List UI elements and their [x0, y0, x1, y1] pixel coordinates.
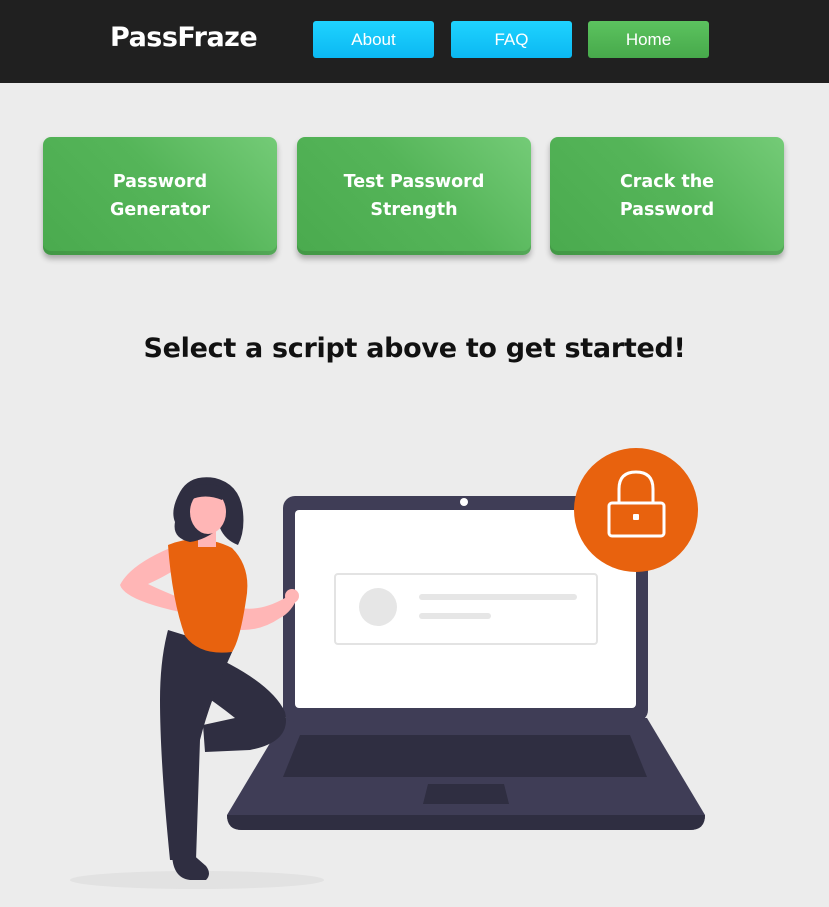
home-button[interactable]: Home	[588, 21, 709, 58]
screen-line-short	[419, 613, 491, 619]
page-headline: Select a script above to get started!	[143, 333, 686, 364]
crack-the-password-card[interactable]: Crack the Password	[550, 137, 784, 255]
about-button[interactable]: About	[313, 21, 434, 58]
laptop-keyboard	[283, 735, 647, 777]
screen-avatar-placeholder	[359, 588, 397, 626]
laptop-security-illustration	[70, 448, 705, 889]
laptop-camera	[460, 498, 468, 506]
top-navigation-bar: PassFraze About FAQ Home	[0, 0, 829, 83]
lock-badge	[574, 448, 698, 572]
faq-button[interactable]: FAQ	[451, 21, 572, 58]
laptop-base-edge	[227, 815, 705, 830]
laptop-trackpad	[423, 784, 509, 804]
test-password-strength-card[interactable]: Test Password Strength	[297, 137, 531, 255]
brand-logo[interactable]: PassFraze	[110, 22, 258, 53]
password-generator-card[interactable]: Password Generator	[43, 137, 277, 255]
screen-line-long	[419, 594, 577, 600]
lock-keyhole	[633, 514, 639, 520]
